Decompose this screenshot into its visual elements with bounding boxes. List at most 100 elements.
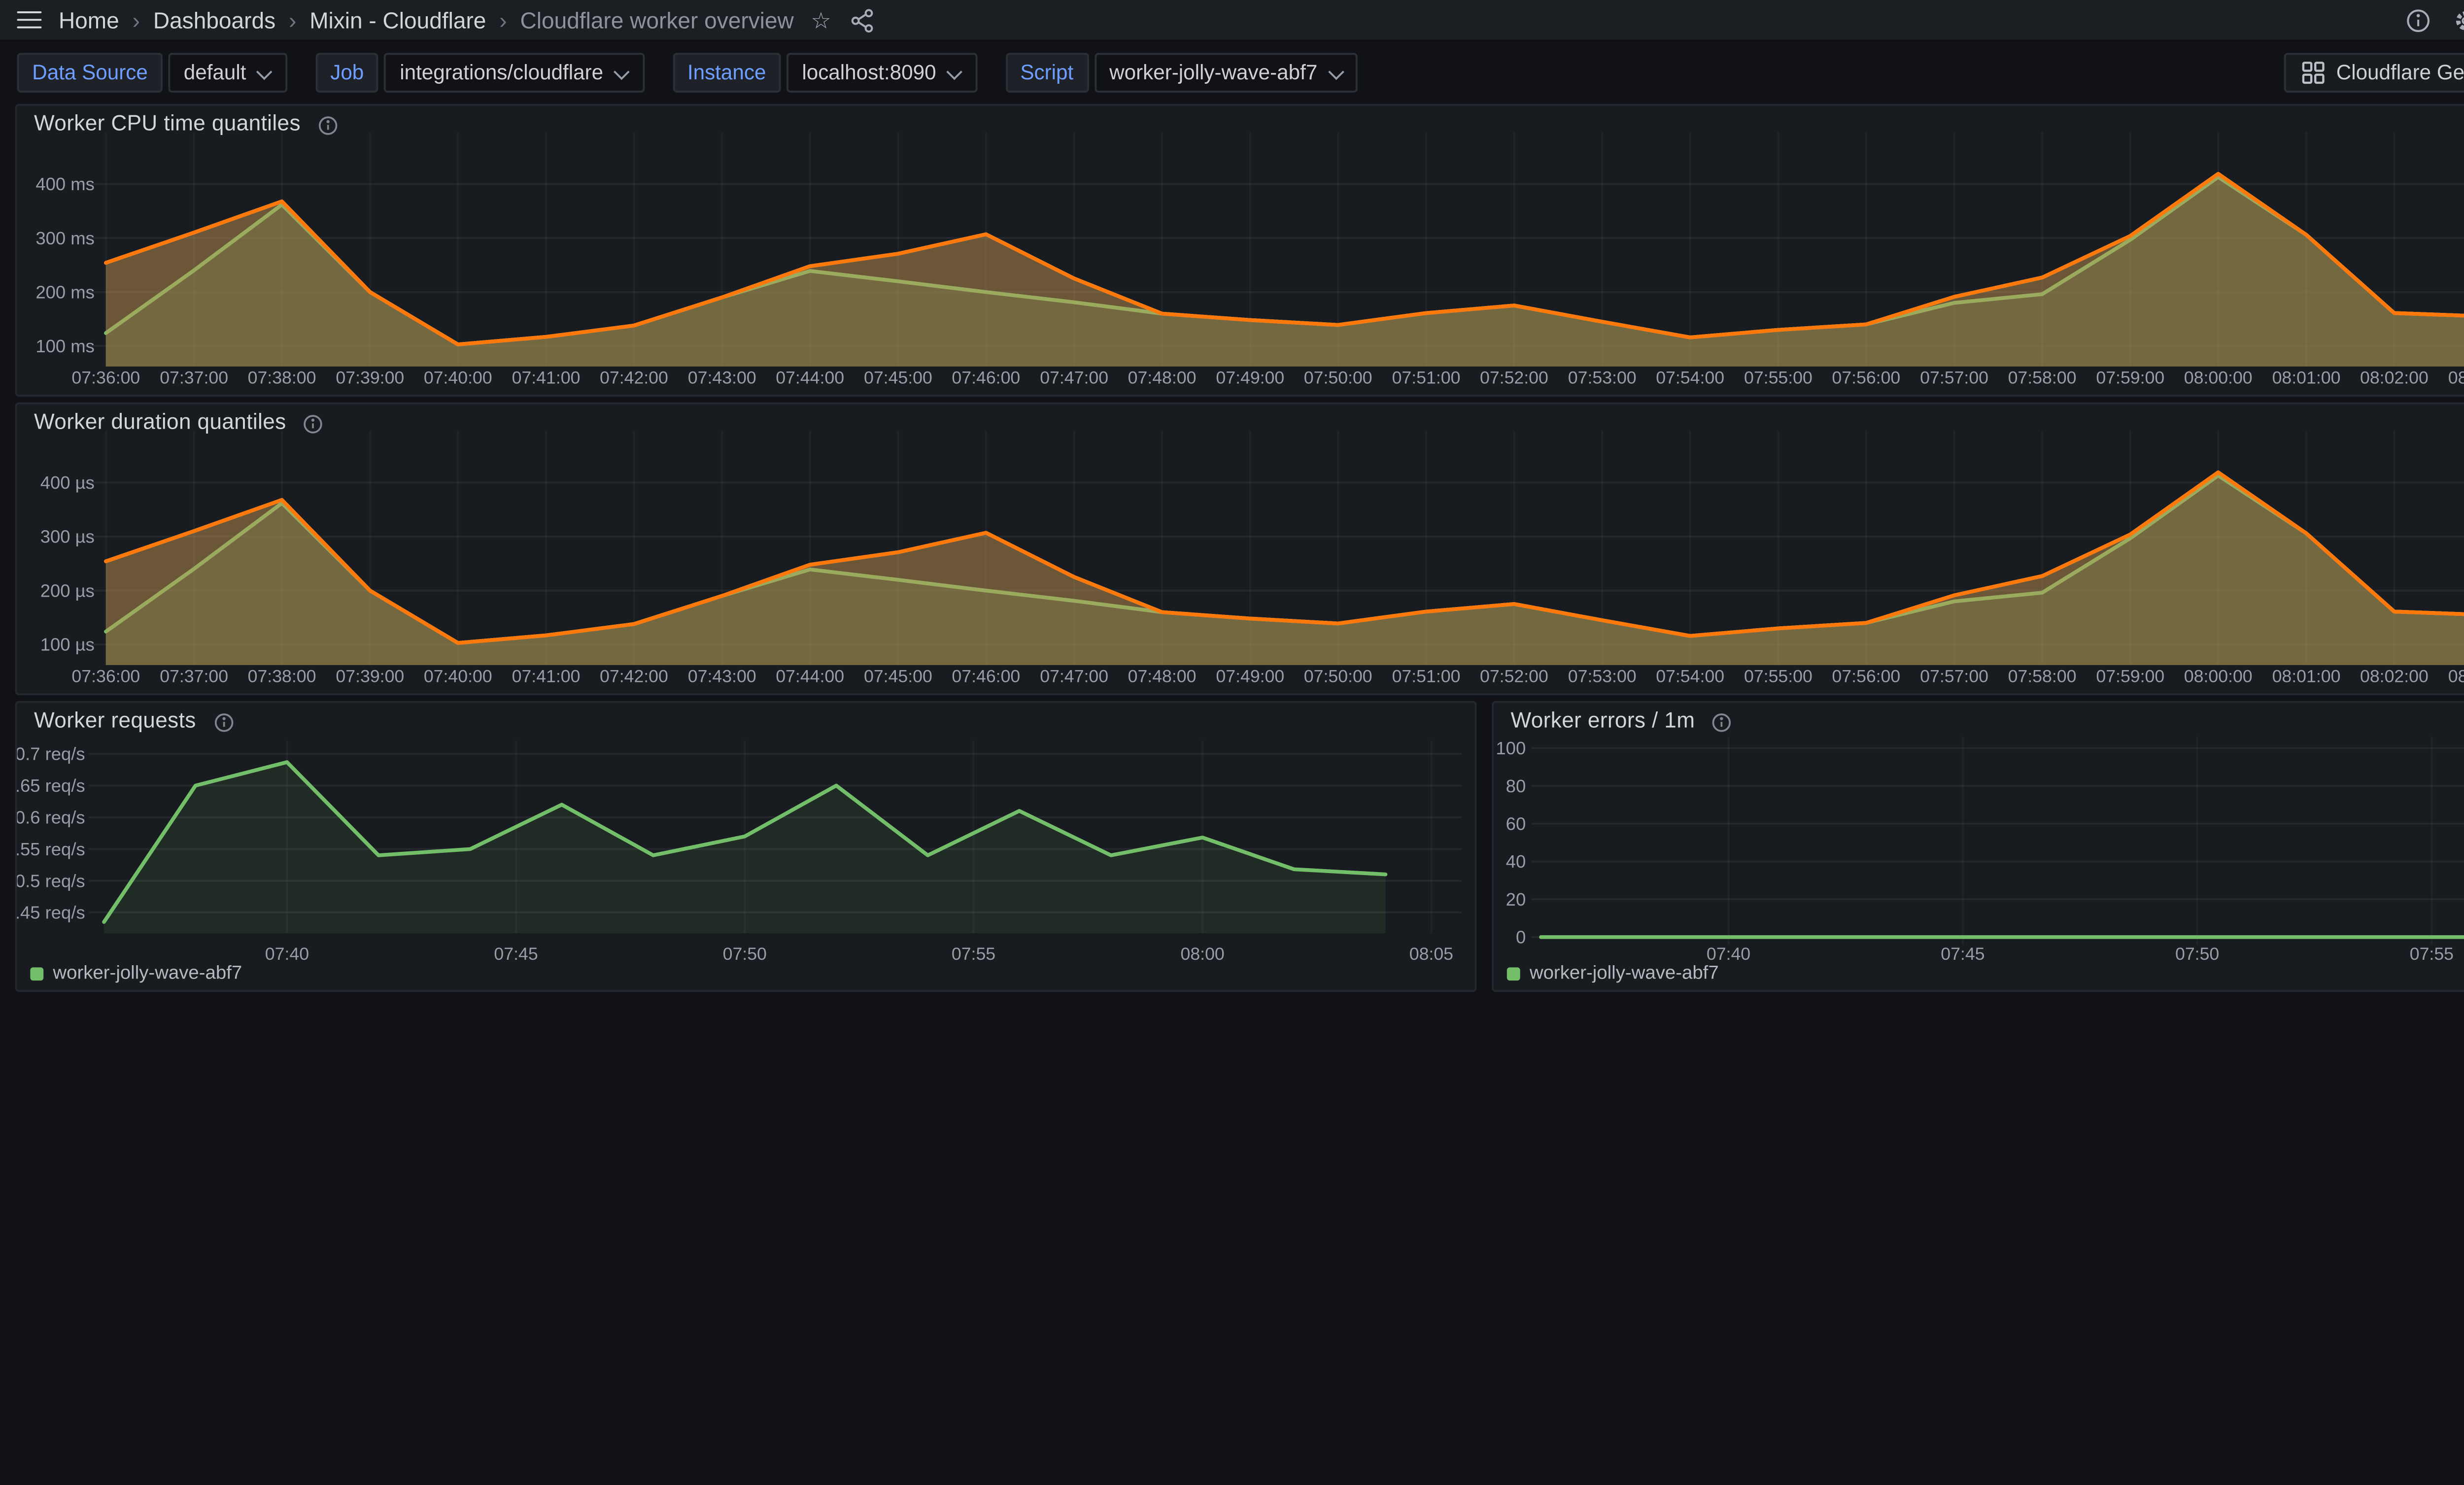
legend: worker-jolly-wave-abf7 — [1507, 964, 1719, 984]
x-tick-label: 07:59:00 — [2096, 666, 2164, 686]
variable-value-dropdown[interactable]: localhost:8090 — [787, 53, 977, 93]
x-tick-label: 07:45 — [1941, 944, 1985, 964]
panel-worker-duration-quantiles: Worker duration quantiles 100 µs200 µs30… — [15, 403, 2464, 695]
dashboard-insights-button[interactable] — [2405, 6, 2432, 33]
star-icon: ☆ — [811, 8, 831, 31]
apps-icon — [2300, 61, 2325, 85]
chart-plot-area[interactable]: 100 µs200 µs300 µs400 µs07:36:0007:37:00… — [17, 405, 2464, 694]
menu-button[interactable] — [17, 11, 42, 30]
y-tick-label: 0.5 req/s — [17, 871, 85, 891]
menu-icon — [17, 11, 42, 30]
x-tick-label: 08:01:00 — [2272, 368, 2341, 387]
panel-title[interactable]: Worker errors / 1m — [1511, 710, 1695, 733]
panel-worker-errors: Worker errors / 1m 02040608010007:4007:4… — [1492, 701, 2464, 992]
y-tick-label: 20 — [1506, 889, 1526, 910]
y-tick-label: 400 ms — [35, 174, 94, 194]
breadcrumb: Home › Dashboards › Mixin - Cloudflare ›… — [59, 6, 794, 33]
variable-value: default — [184, 62, 246, 84]
x-tick-label: 08:02:00 — [2360, 666, 2429, 686]
y-tick-label: 0.45 req/s — [17, 902, 85, 922]
x-tick-label: 07:37:00 — [160, 666, 228, 686]
panel-title[interactable]: Worker duration quantiles — [34, 412, 286, 435]
favorite-button[interactable]: ☆ — [811, 8, 831, 31]
x-tick-label: 07:44:00 — [776, 368, 844, 387]
x-tick-label: 08:03:00 — [2448, 368, 2464, 387]
dashboard-settings-button[interactable] — [2453, 6, 2464, 33]
variable-value-dropdown[interactable]: default — [169, 53, 287, 93]
legend-label: worker-jolly-wave-abf7 — [1530, 964, 1719, 984]
chart-plot-area[interactable]: 0.45 req/s0.5 req/s0.55 req/s0.6 req/s0.… — [17, 703, 1475, 990]
series-area-worker-jolly-wave-abf7-p999 — [106, 174, 2464, 367]
variable-instance: Instancelocalhost:8090 — [672, 53, 977, 93]
breadcrumb-home[interactable]: Home — [59, 6, 119, 33]
x-tick-label: 07:57:00 — [1920, 666, 1988, 686]
variable-data-source: Data Source default — [17, 53, 287, 93]
y-tick-label: 40 — [1506, 851, 1526, 872]
x-tick-label: 07:54:00 — [1656, 666, 1724, 686]
y-tick-label: 300 µs — [40, 527, 95, 547]
x-tick-label: 07:40 — [1707, 944, 1750, 964]
variable-label: Script — [1005, 53, 1089, 93]
panel-title[interactable]: Worker CPU time quantiles — [34, 113, 301, 136]
y-tick-label: 100 ms — [35, 336, 94, 356]
x-tick-label: 07:48:00 — [1128, 368, 1197, 387]
x-tick-label: 07:38:00 — [248, 666, 316, 686]
x-tick-label: 07:49:00 — [1216, 368, 1284, 387]
x-tick-label: 07:52:00 — [1480, 368, 1548, 387]
variable-job: Jobintegrations/cloudflare — [315, 53, 644, 93]
x-tick-label: 07:50 — [723, 944, 767, 964]
x-tick-label: 07:51:00 — [1392, 368, 1461, 387]
chevron-down-icon — [257, 64, 272, 78]
legend-swatch — [30, 967, 43, 980]
breadcrumb-dashboards[interactable]: Dashboards — [153, 6, 275, 33]
chevron-right-icon: › — [133, 6, 140, 33]
dashboard-links: Cloudflare Geomap overview Cloudflare zo… — [2283, 53, 2464, 93]
x-tick-label: 07:55:00 — [1744, 368, 1813, 387]
info-icon[interactable] — [213, 711, 234, 732]
x-tick-label: 07:50 — [2175, 944, 2219, 964]
info-icon[interactable] — [318, 114, 339, 135]
info-icon[interactable] — [303, 413, 324, 434]
variable-label: Data Source — [17, 53, 163, 93]
nav-actions: Last 30 minutes 1m — [2405, 6, 2464, 33]
chart-plot-area[interactable]: 02040608010007:4007:4507:5007:5508:0008:… — [1494, 703, 2464, 990]
link-cloudflare-geomap-overview[interactable]: Cloudflare Geomap overview — [2283, 53, 2464, 93]
panel-title[interactable]: Worker requests — [34, 710, 196, 733]
variable-value-dropdown[interactable]: worker-jolly-wave-abf7 — [1094, 53, 1358, 93]
x-tick-label: 07:45:00 — [864, 666, 932, 686]
x-tick-label: 07:54:00 — [1656, 368, 1724, 387]
chart-plot-area[interactable]: 100 ms200 ms300 ms400 ms07:36:0007:37:00… — [17, 106, 2464, 395]
x-tick-label: 07:44:00 — [776, 666, 844, 686]
variable-value-dropdown[interactable]: integrations/cloudflare — [385, 53, 644, 93]
legend-item[interactable]: worker-jolly-wave-abf7 — [30, 964, 242, 984]
y-tick-label: 300 ms — [35, 228, 94, 248]
x-tick-label: 07:40 — [265, 944, 309, 964]
x-tick-label: 07:41:00 — [512, 368, 581, 387]
variables-row: Data Source default Jobintegrations/cloudf… — [17, 53, 1358, 93]
y-tick-label: 0 — [1516, 927, 1526, 947]
share-button[interactable] — [848, 6, 875, 33]
y-tick-label: 100 µs — [40, 635, 95, 655]
chevron-right-icon: › — [499, 6, 507, 33]
x-tick-label: 07:58:00 — [2008, 368, 2077, 387]
info-circle-icon — [2405, 6, 2432, 33]
info-icon[interactable] — [1712, 711, 1733, 732]
x-tick-label: 07:43:00 — [688, 666, 756, 686]
breadcrumb-folder[interactable]: Mixin - Cloudflare — [309, 6, 486, 33]
x-tick-label: 07:36:00 — [71, 666, 140, 686]
x-tick-label: 07:57:00 — [1920, 368, 1988, 387]
series-area-worker-jolly-wave-abf7-p999 — [106, 472, 2464, 665]
y-tick-label: 100 — [1496, 738, 1526, 758]
dashboard-controls: Data Source default Jobintegrations/cloudf… — [0, 41, 2464, 104]
x-tick-label: 07:48:00 — [1128, 666, 1197, 686]
x-tick-label: 07:47:00 — [1040, 666, 1108, 686]
panel-header: Worker errors / 1m — [1511, 710, 1733, 733]
legend-item[interactable]: worker-jolly-wave-abf7 — [1507, 964, 1719, 984]
y-tick-label: 0.55 req/s — [17, 839, 85, 859]
x-tick-label: 07:46:00 — [952, 666, 1020, 686]
x-tick-label: 07:42:00 — [600, 368, 668, 387]
legend-swatch — [1507, 967, 1520, 980]
x-tick-label: 07:50:00 — [1304, 368, 1372, 387]
y-tick-label: 400 µs — [40, 472, 95, 493]
x-tick-label: 08:01:00 — [2272, 666, 2341, 686]
